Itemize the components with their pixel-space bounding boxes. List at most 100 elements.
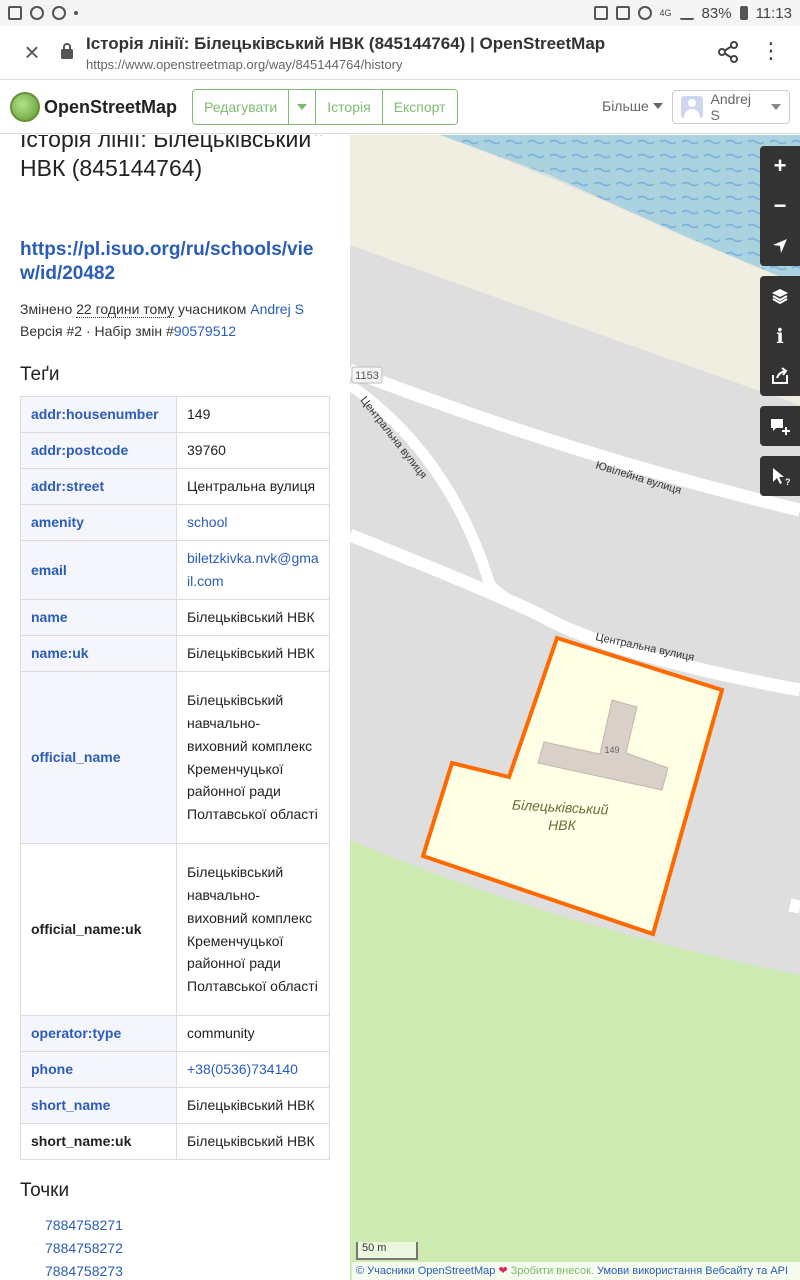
mute-icon [637, 6, 652, 20]
tag-row: email biletzkivka.nvk@gmail.com [20, 540, 330, 600]
tag-row: name:uk Білецьківський НВК [20, 635, 330, 672]
heart-icon: ❤ [498, 1265, 508, 1277]
user-name: Andrej S [710, 91, 751, 123]
locate-button[interactable] [760, 226, 800, 266]
tag-row: short_name Білецьківський НВК [20, 1087, 330, 1124]
tag-value[interactable]: +38(0536)734140 [176, 1051, 330, 1088]
version-label: Версія #2 · Набір змін # [20, 323, 174, 339]
close-icon[interactable]: × [18, 38, 46, 66]
map-attribution: © Учасники OpenStreetMap ❤ Зробити внесо… [352, 1262, 800, 1280]
more-notifications-icon [74, 11, 78, 15]
tags-table: addr:housenumber 149 addr:postcode 39760 add… [20, 396, 330, 1160]
house-number-label: 149 [604, 745, 619, 755]
query-features-button[interactable]: ? [760, 456, 800, 496]
fan-icon [52, 6, 66, 20]
browser-tab-bar: × Історія лінії: Білецьківський НВК (845… [0, 26, 800, 80]
network-label: 4G [659, 8, 672, 18]
attribution-copyright[interactable]: © Учасники OpenStreetMap [356, 1265, 495, 1277]
tag-key[interactable]: short_name [20, 1087, 177, 1124]
share-icon [772, 367, 788, 384]
chevron-down-icon [771, 104, 781, 110]
tag-key[interactable]: amenity [20, 504, 177, 541]
zoom-controls: + − [760, 146, 800, 266]
tag-key: short_name:uk [20, 1123, 177, 1160]
tag-value: Білецьківський навчально-виховний компле… [176, 671, 330, 844]
tag-row: addr:housenumber 149 [20, 396, 330, 433]
cast-icon [615, 6, 630, 20]
sidebar-title: Історія лінії: Білецьківський НВК (84514… [20, 135, 312, 181]
close-sidebar-icon[interactable]: ⌃ [312, 135, 328, 148]
tag-row: phone +38(0536)734140 [20, 1051, 330, 1088]
export-button[interactable]: Експорт [382, 90, 457, 124]
share-map-button[interactable] [760, 356, 800, 396]
tag-key[interactable]: name:uk [20, 635, 177, 672]
node-link[interactable]: 7884758272 [45, 1237, 123, 1260]
tag-key[interactable]: addr:postcode [20, 432, 177, 469]
battery-level: 83% [701, 4, 732, 22]
tag-key[interactable]: addr:street [20, 468, 177, 505]
website-link[interactable]: https://pl.isuo.org/ru/schools/view/id/2… [20, 238, 330, 286]
tag-key[interactable]: name [20, 599, 177, 636]
author-link[interactable]: Andrej S [250, 301, 304, 317]
school-label: НВК [548, 817, 576, 833]
edit-button[interactable]: Редагувати [193, 90, 290, 124]
road-ref-label: 1153 [355, 370, 379, 382]
alarm-icon [593, 6, 608, 20]
chevron-down-icon [652, 103, 663, 109]
node-link[interactable]: 7884758273 [45, 1260, 123, 1280]
map-canvas[interactable]: 1153 Центральна вулиця Ювілейна вулиця Ц… [350, 135, 800, 1280]
share-icon[interactable] [716, 40, 740, 64]
note-tool [760, 406, 800, 446]
version-meta: Змінено 22 години тому учасником Andrej … [20, 298, 340, 342]
tag-key: official_name:uk [20, 843, 177, 1016]
layers-icon [772, 289, 788, 305]
donate-link[interactable]: Зробити внесок. [511, 1265, 594, 1277]
edit-dropdown-button[interactable] [289, 90, 317, 124]
tag-value: Центральна вулиця [176, 468, 330, 505]
tag-value[interactable]: school [176, 504, 330, 541]
osm-logo[interactable]: OpenStreetMap [10, 92, 177, 122]
zoom-out-button[interactable]: − [760, 186, 800, 226]
tag-key[interactable]: operator:type [20, 1015, 177, 1052]
page-title: Історія лінії: Білецьківський НВК (84514… [86, 34, 606, 53]
info-button[interactable]: ℹ [760, 316, 800, 356]
map-tools: ℹ [760, 276, 800, 396]
tag-key[interactable]: phone [20, 1051, 177, 1088]
map-view[interactable]: 1153 Центральна вулиця Ювілейна вулиця Ц… [350, 135, 800, 1280]
lock-icon [61, 43, 73, 59]
locate-icon [773, 239, 787, 253]
tag-row: official_name:uk Білецьківський навчально… [20, 843, 330, 1016]
tag-row: name Білецьківський НВК [20, 599, 330, 636]
add-note-icon [771, 419, 790, 435]
tag-value: Білецьківський НВК [176, 599, 330, 636]
history-button[interactable]: Історія [316, 90, 383, 124]
tag-value[interactable]: biletzkivka.nvk@gmail.com [176, 540, 330, 600]
add-note-button[interactable] [760, 406, 800, 446]
user-menu[interactable]: Andrej S [672, 90, 790, 124]
tag-value: Білецьківський НВК [176, 1123, 330, 1160]
page-url[interactable]: https://www.openstreetmap.org/way/845144… [86, 57, 403, 72]
zoom-in-button[interactable]: + [760, 146, 800, 186]
magnifier-logo-icon [10, 92, 40, 122]
more-menu[interactable]: Більше [602, 98, 663, 114]
tag-row: short_name:uk Білецьківський НВК [20, 1123, 330, 1160]
tag-key[interactable]: official_name [20, 671, 177, 844]
changed-time: 22 години тому [76, 301, 175, 318]
query-tool: ? [760, 456, 800, 496]
changeset-link[interactable]: 90579512 [174, 323, 236, 339]
terms-link[interactable]: Умови використання Вебсайту та API [597, 1265, 788, 1277]
tag-value: community [176, 1015, 330, 1052]
svg-text:?: ? [785, 477, 790, 486]
tag-key[interactable]: email [20, 540, 177, 600]
sidebar: Історія лінії: Білецьківський НВК (84514… [0, 135, 350, 1280]
node-link[interactable]: 7884758271 [45, 1214, 123, 1237]
tag-row: addr:postcode 39760 [20, 432, 330, 469]
tag-value: Білецьківський НВК [176, 1087, 330, 1124]
map-scale: 50 m [356, 1242, 418, 1260]
status-bar: 4G 83% 11:13 [0, 0, 800, 26]
nodes-heading: Точки [20, 1180, 70, 1201]
tag-row: operator:type community [20, 1015, 330, 1052]
layers-button[interactable] [760, 276, 800, 316]
overflow-menu-icon[interactable]: ⋮ [760, 40, 782, 64]
tag-key[interactable]: addr:housenumber [20, 396, 177, 433]
